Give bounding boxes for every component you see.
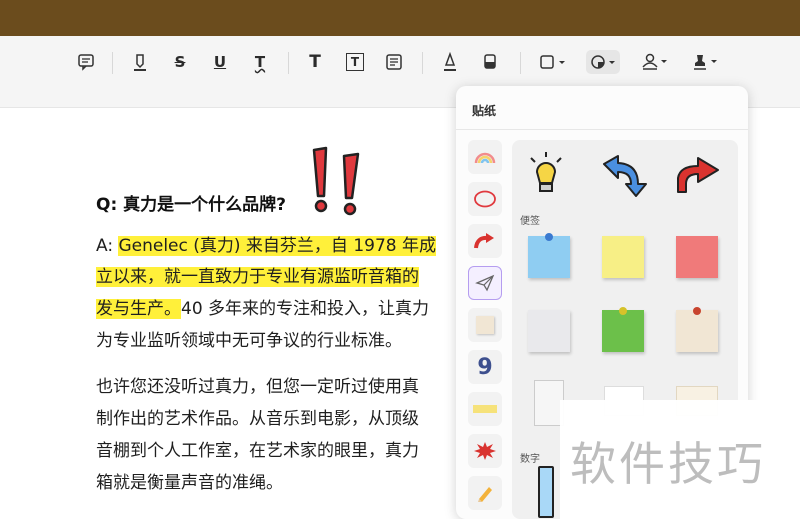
toolbar-divider — [288, 52, 289, 74]
highlight-tool-button[interactable] — [130, 50, 150, 74]
pen-tool-button[interactable] — [440, 50, 460, 74]
toolbar-divider — [422, 52, 423, 74]
signature-icon — [642, 53, 667, 70]
squiggly-tool-button[interactable]: T — [250, 50, 270, 74]
body-text: 40 多年来的专注和投入，让真力 — [181, 299, 430, 319]
answer-line-4: 为专业监听领域中无可争议的行业标准。 — [96, 331, 402, 351]
text-box-icon: T — [346, 53, 364, 71]
highlighter-icon — [134, 54, 146, 71]
tape-icon[interactable] — [468, 392, 502, 426]
paragraph-line-6: 制作出的艺术作品。从音乐到电影，从顶级 — [96, 409, 419, 429]
answer-line-3: 发与生产。40 多年来的专注和投入，让真力 — [96, 294, 429, 325]
highlighted-text[interactable]: 发与生产。 — [96, 299, 181, 319]
comment-icon — [78, 54, 94, 71]
watermark-text: 软件技巧 — [570, 437, 766, 491]
note-icon[interactable] — [468, 308, 502, 342]
panel-divider — [456, 129, 748, 130]
red-arrow-sticker[interactable] — [672, 152, 726, 198]
window-top-bar — [0, 0, 800, 36]
yellow-note-sticker[interactable] — [602, 236, 644, 278]
answer-line-2: 立以来，就一直致力于专业有源监听音箱的 — [96, 262, 419, 293]
burst-icon[interactable] — [468, 434, 502, 468]
number-nine-icon[interactable]: 9 — [468, 350, 502, 384]
pen-icon — [444, 52, 456, 71]
green-note-sticker[interactable] — [602, 307, 644, 352]
lightbulb-sticker[interactable] — [526, 150, 566, 196]
stamp-icon — [694, 55, 717, 70]
watermark: 软件技巧 — [560, 400, 800, 519]
note-tool-button[interactable] — [76, 50, 96, 74]
shape-tool-button[interactable] — [538, 50, 568, 74]
underline-tool-button[interactable]: U — [210, 50, 230, 74]
eraser-tool-button[interactable] — [480, 50, 500, 74]
arrow-icon[interactable] — [468, 224, 502, 258]
text-callout-tool-button[interactable] — [384, 50, 404, 74]
paragraph-line-7: 音棚到个人工作室，在艺术家的眼里，真力 — [96, 441, 419, 461]
answer-prefix: A: — [96, 236, 119, 256]
red-note-sticker[interactable] — [676, 236, 718, 278]
question-heading: Q: 真力是一个什么品牌? — [96, 195, 287, 215]
gray-note-sticker[interactable] — [528, 310, 570, 352]
eraser-icon — [484, 54, 496, 69]
number-one-sticker[interactable] — [538, 466, 554, 518]
section-label-notes: 便签 — [520, 216, 540, 227]
highlighted-text[interactable]: Genelec (真力) 来自芬兰，自 1978 年成 — [118, 236, 437, 256]
blue-note-sticker[interactable] — [528, 233, 570, 278]
sticker-icon — [591, 55, 615, 69]
stamp-tool-button[interactable] — [690, 50, 720, 74]
paragraph-line-8: 箱就是衡量声音的准绳。 — [96, 473, 283, 493]
text-tool-button[interactable]: T — [305, 50, 325, 74]
paper-plane-icon[interactable] — [468, 266, 502, 300]
pencil-icon[interactable] — [468, 476, 502, 510]
panel-title: 贴纸 — [472, 104, 497, 118]
section-label-numbers: 数字 — [520, 454, 540, 465]
beige-note-sticker[interactable] — [676, 307, 718, 352]
paragraph-line-5: 也许您还没听过真力，但您一定听过使用真 — [96, 377, 419, 397]
square-shape-icon — [540, 55, 565, 69]
toolbar-divider — [520, 52, 521, 74]
sticker-tool-button[interactable] — [586, 50, 620, 74]
rainbow-icon[interactable] — [468, 140, 502, 174]
circle-icon[interactable] — [468, 182, 502, 216]
toolbar-divider — [112, 52, 113, 74]
signature-tool-button[interactable] — [640, 50, 670, 74]
exclamation-sticker[interactable] — [308, 146, 366, 220]
answer-line-1: A: Genelec (真力) 来自芬兰，自 1978 年成 — [96, 231, 437, 262]
text-box-tool-button[interactable]: T — [344, 50, 366, 74]
text-callout-icon — [386, 54, 402, 70]
highlighted-text[interactable]: 立以来，就一直致力于专业有源监听音箱的 — [96, 267, 419, 287]
blue-arrow-sticker[interactable] — [598, 154, 652, 198]
strikethrough-tool-button[interactable]: S — [170, 50, 190, 74]
